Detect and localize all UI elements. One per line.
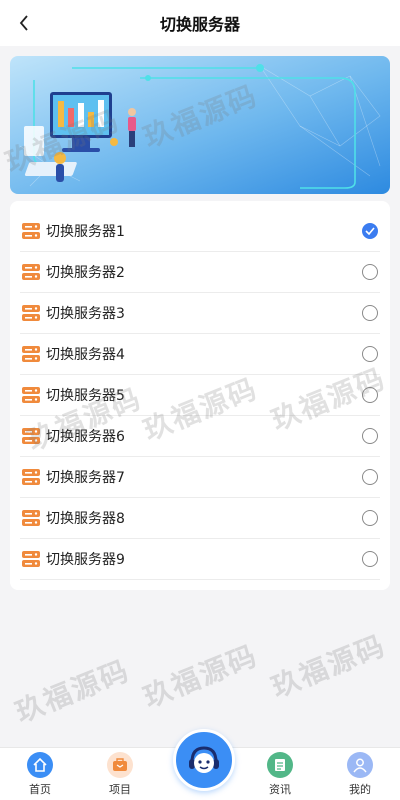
- server-icon: [22, 305, 40, 321]
- server-label: 切换服务器2: [46, 265, 125, 281]
- chevron-left-icon: [19, 15, 28, 31]
- server-icon: [22, 346, 40, 362]
- watermark: 玖福源码: [10, 653, 135, 730]
- server-label: 切换服务器4: [46, 347, 125, 363]
- server-option-5[interactable]: 切换服务器5: [20, 375, 380, 416]
- radio-unchecked-icon[interactable]: [362, 387, 378, 403]
- home-icon: [27, 752, 53, 778]
- back-button[interactable]: [12, 11, 36, 35]
- server-label: 切换服务器1: [46, 224, 125, 240]
- server-label: 切换服务器3: [46, 306, 125, 322]
- server-icon: [22, 223, 40, 239]
- banner-image: [10, 56, 390, 194]
- tab-projects[interactable]: 项目: [90, 748, 150, 800]
- server-option-6[interactable]: 切换服务器6: [20, 416, 380, 457]
- tab-label: 资讯: [269, 783, 291, 796]
- radio-unchecked-icon[interactable]: [362, 346, 378, 362]
- tab-home[interactable]: 首页: [10, 748, 70, 800]
- customer-service-button[interactable]: [173, 729, 235, 791]
- server-option-8[interactable]: 切换服务器8: [20, 498, 380, 539]
- server-icon: [22, 551, 40, 567]
- header-bar: 切换服务器: [0, 0, 400, 46]
- server-icon: [22, 510, 40, 526]
- check-icon[interactable]: [362, 223, 378, 239]
- server-label: 切换服务器8: [46, 511, 125, 527]
- customer-service-icon: [189, 746, 219, 773]
- user-icon: [347, 752, 373, 778]
- briefcase-icon: [107, 752, 133, 778]
- radio-unchecked-icon[interactable]: [362, 469, 378, 485]
- server-option-1[interactable]: 切换服务器1: [20, 211, 380, 252]
- radio-unchecked-icon[interactable]: [362, 305, 378, 321]
- server-icon: [22, 469, 40, 485]
- page-title: 切换服务器: [159, 15, 240, 34]
- server-label: 切换服务器6: [46, 429, 125, 445]
- news-icon: [267, 752, 293, 778]
- tab-label: 我的: [349, 783, 371, 796]
- watermark: 玖福源码: [266, 628, 391, 705]
- radio-unchecked-icon[interactable]: [362, 428, 378, 444]
- watermark: 玖福源码: [138, 638, 263, 715]
- radio-unchecked-icon[interactable]: [362, 551, 378, 567]
- server-list: 切换服务器1 切换服务器2 切换服务器3 切换服务器4 切换服务器5 切换服务器…: [10, 201, 390, 590]
- tab-mine[interactable]: 我的: [330, 748, 390, 800]
- server-icon: [22, 387, 40, 403]
- server-option-7[interactable]: 切换服务器7: [20, 457, 380, 498]
- server-icon: [22, 264, 40, 280]
- server-option-9[interactable]: 切换服务器9: [20, 539, 380, 580]
- server-option-2[interactable]: 切换服务器2: [20, 252, 380, 293]
- server-icon: [22, 428, 40, 444]
- tab-label: 首页: [29, 783, 51, 796]
- tab-label: 项目: [109, 783, 131, 796]
- radio-unchecked-icon[interactable]: [362, 510, 378, 526]
- server-label: 切换服务器7: [46, 470, 125, 486]
- tab-news[interactable]: 资讯: [250, 748, 310, 800]
- server-label: 切换服务器5: [46, 388, 125, 404]
- radio-unchecked-icon[interactable]: [362, 264, 378, 280]
- server-option-4[interactable]: 切换服务器4: [20, 334, 380, 375]
- server-option-3[interactable]: 切换服务器3: [20, 293, 380, 334]
- server-label: 切换服务器9: [46, 552, 125, 568]
